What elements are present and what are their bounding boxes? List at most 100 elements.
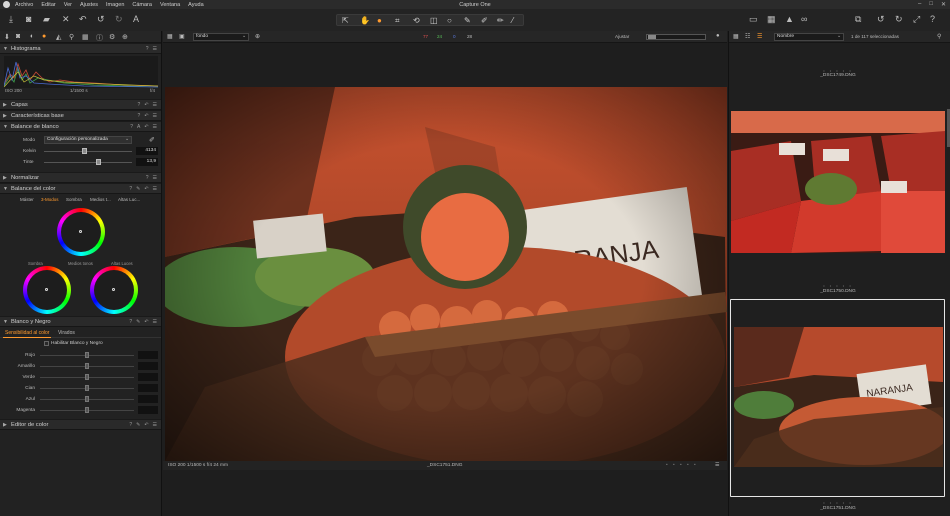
- rotate-left-icon[interactable]: ↺: [877, 15, 885, 24]
- filmstrip-view-icon[interactable]: ☰: [757, 33, 762, 40]
- help-icon[interactable]: ?: [138, 102, 141, 108]
- kelvin-slider-knob[interactable]: [82, 148, 87, 154]
- menu-editar[interactable]: Editar: [41, 2, 55, 8]
- tint-slider-track[interactable]: [44, 162, 132, 163]
- fullscreen-icon[interactable]: ⤢: [913, 15, 920, 24]
- copy-tool-icon[interactable]: ⁄: [512, 16, 513, 25]
- reset-icon[interactable]: ↶: [144, 422, 148, 428]
- import-icon[interactable]: ⤓: [9, 15, 13, 24]
- wb-mode-select[interactable]: Configuración personalizada ⌄: [44, 136, 132, 144]
- help-icon[interactable]: ?: [130, 124, 133, 130]
- bw-value-green[interactable]: [138, 373, 158, 381]
- normalize-header[interactable]: ▶ Normalizar ? ☰: [0, 172, 161, 183]
- help-icon[interactable]: ?: [146, 175, 149, 181]
- picker-icon[interactable]: ✎: [136, 319, 140, 325]
- redo-icon[interactable]: ↻: [115, 15, 123, 24]
- thumbnail-item[interactable]: • • • • • _DSC1749.DNG: [731, 43, 945, 103]
- user-icon[interactable]: ●: [716, 33, 720, 39]
- bw-knob-yellow[interactable]: [85, 363, 89, 369]
- output-tab-icon[interactable]: ⊕: [122, 33, 128, 41]
- bw-value-cyan[interactable]: [138, 384, 158, 392]
- zoom-fit-label[interactable]: Ajustar: [615, 34, 629, 39]
- menu-archivo[interactable]: Archivo: [15, 2, 33, 8]
- camera-icon[interactable]: ◙: [26, 15, 31, 24]
- picker-tool-icon[interactable]: ✐: [481, 16, 488, 25]
- close-window-icon[interactable]: ✕: [941, 1, 946, 8]
- picker-icon[interactable]: ✎: [136, 422, 140, 428]
- undo-icon[interactable]: ↺: [97, 15, 105, 24]
- rotate-tool-icon[interactable]: ⟲: [413, 16, 420, 25]
- help-icon[interactable]: ?: [930, 15, 935, 24]
- tint-value[interactable]: 13,9: [136, 158, 158, 166]
- reset-icon[interactable]: ↶: [79, 15, 87, 24]
- minimize-icon[interactable]: –: [918, 1, 921, 8]
- bw-knob-magenta[interactable]: [85, 407, 89, 413]
- kelvin-value[interactable]: 4134: [136, 147, 158, 155]
- list-view-icon[interactable]: ☷: [745, 33, 750, 40]
- color-tab-icon[interactable]: ●: [42, 33, 46, 40]
- help-icon[interactable]: ?: [129, 422, 132, 428]
- bw-value-red[interactable]: [138, 351, 158, 359]
- eraser-tool-icon[interactable]: ✏: [497, 16, 504, 25]
- proof-icon[interactable]: ∞: [801, 15, 807, 24]
- menu-icon[interactable]: ☰: [153, 124, 157, 130]
- brush-tool-icon[interactable]: ✎: [464, 16, 471, 25]
- reset-icon[interactable]: ↶: [144, 124, 148, 130]
- tab-3-modos[interactable]: 3-Modos: [40, 196, 60, 203]
- main-photo[interactable]: NARANJA: [165, 87, 727, 461]
- menu-icon[interactable]: ☰: [153, 319, 157, 325]
- thumbnail-item-selected[interactable]: NARANJA • • • • • _DSC1751.DNG: [730, 299, 945, 511]
- master-color-wheel[interactable]: [57, 208, 105, 256]
- histogram-section-header[interactable]: ▼ Histograma ? ☰: [0, 43, 161, 54]
- pan-tool-icon[interactable]: ✋: [360, 16, 370, 25]
- library-tab-icon[interactable]: ⬇: [4, 33, 10, 41]
- crop-tool-icon[interactable]: ⌗: [395, 16, 400, 26]
- bw-knob-cyan[interactable]: [85, 385, 89, 391]
- bw-knob-red[interactable]: [85, 352, 89, 358]
- sort-select[interactable]: Nombre ⌄: [774, 33, 844, 41]
- auto-icon[interactable]: A: [137, 124, 140, 130]
- grid-view-icon[interactable]: ▦: [733, 33, 739, 40]
- menu-icon[interactable]: ☰: [153, 422, 157, 428]
- menu-icon[interactable]: ☰: [715, 463, 719, 468]
- process-icon[interactable]: ▰: [43, 15, 50, 24]
- tab-sombra[interactable]: Sombra: [65, 196, 83, 203]
- black-white-header[interactable]: ▼ Blanco y Negro ? ✎ ↶ ☰: [0, 316, 161, 327]
- preset-select[interactable]: fondo ⌄: [193, 33, 249, 41]
- maximize-icon[interactable]: □: [929, 1, 933, 8]
- rotate-right-icon[interactable]: ↻: [895, 15, 903, 24]
- eyedropper-icon[interactable]: ✐: [149, 136, 155, 144]
- menu-icon[interactable]: ☰: [153, 46, 157, 52]
- menu-icon[interactable]: ☰: [153, 113, 157, 119]
- local-adj-tab-icon[interactable]: ▦: [82, 33, 89, 41]
- menu-camara[interactable]: Cámara: [132, 2, 152, 8]
- base-characteristics-header[interactable]: ▶ Características base ? ↶ ☰: [0, 110, 161, 121]
- menu-ver[interactable]: Ver: [64, 2, 72, 8]
- copy-apply-icon[interactable]: ⧉: [855, 15, 861, 24]
- help-icon[interactable]: ?: [146, 46, 149, 52]
- select-tool-icon[interactable]: ⇱: [342, 16, 349, 25]
- auto-adjust-icon[interactable]: A: [133, 15, 139, 24]
- rating-dots[interactable]: • • • • •: [731, 500, 945, 505]
- grid-view-icon[interactable]: ▦: [167, 33, 173, 40]
- menu-icon[interactable]: ☰: [153, 175, 157, 181]
- adjustment-tool-icon[interactable]: ●: [377, 16, 382, 25]
- menu-icon[interactable]: ☰: [153, 186, 157, 192]
- shadow-color-wheel[interactable]: [23, 266, 71, 314]
- menu-ajustes[interactable]: Ajustes: [80, 2, 98, 8]
- keystone-tool-icon[interactable]: ◫: [430, 16, 438, 25]
- bw-value-yellow[interactable]: [138, 362, 158, 370]
- rating-dots[interactable]: • • • • •: [666, 463, 698, 468]
- exposure-tab-icon[interactable]: ◭: [56, 33, 61, 41]
- picker-icon[interactable]: ✎: [136, 186, 140, 192]
- menu-icon[interactable]: ☰: [153, 102, 157, 108]
- help-icon[interactable]: ?: [138, 113, 141, 119]
- add-preset-icon[interactable]: ⊕: [255, 33, 260, 40]
- warning-icon[interactable]: ▲: [785, 15, 794, 24]
- enable-bw-checkbox[interactable]: [44, 341, 49, 346]
- bw-knob-green[interactable]: [85, 374, 89, 380]
- help-icon[interactable]: ?: [129, 319, 132, 325]
- tab-medios[interactable]: Medios t...: [89, 196, 112, 203]
- thumbnail-item[interactable]: • • • • • _DSC1750.DNG: [731, 111, 945, 301]
- settings-tab-icon[interactable]: ⚙: [109, 33, 115, 41]
